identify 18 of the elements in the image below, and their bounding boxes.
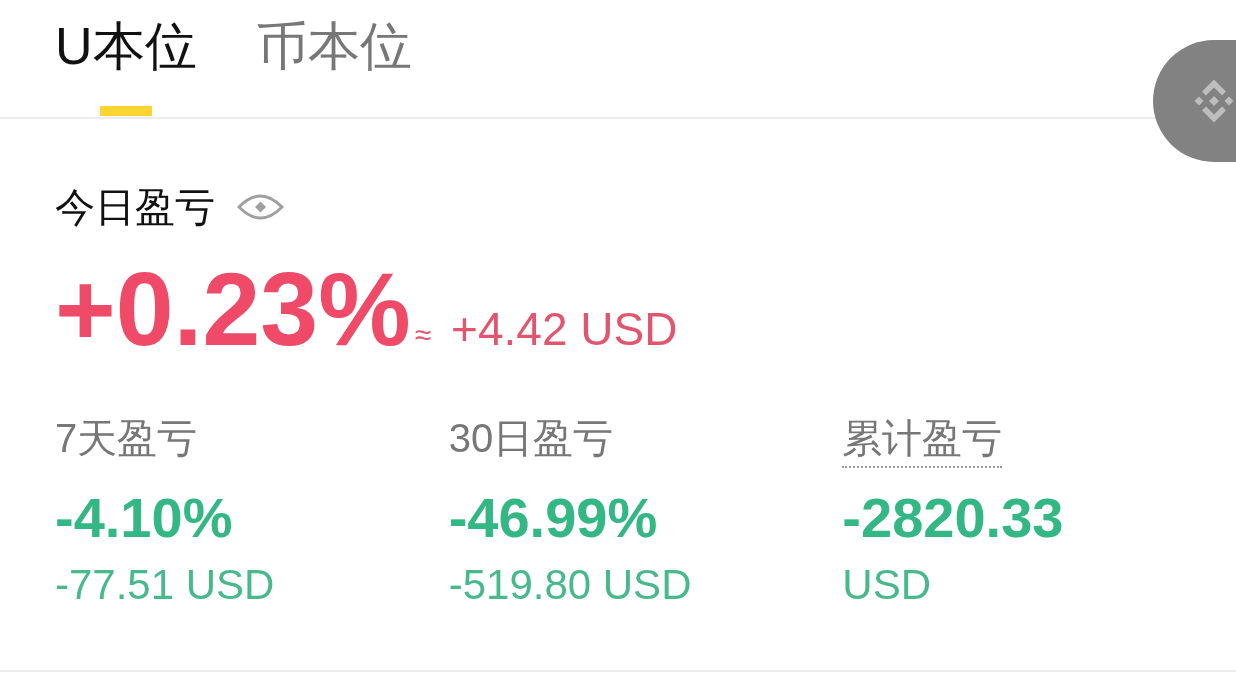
period-pnl-amount: USD <box>842 564 932 606</box>
approx-sign: ≈ <box>414 320 432 350</box>
period-pnl-value: -4.10% <box>55 490 233 546</box>
period-label: 7天盈亏 <box>55 418 198 462</box>
today-pnl-label: 今日盈亏 <box>55 187 215 227</box>
today-pnl-amount: +4.42 USD <box>451 306 678 352</box>
eye-icon[interactable] <box>237 192 284 222</box>
tab[interactable]: 币本位 <box>255 0 412 116</box>
period-pnl-amount: -519.80 USD <box>448 564 692 606</box>
floating-logo-button[interactable] <box>1153 40 1236 162</box>
period-pnl-value: -46.99% <box>448 490 658 546</box>
tab[interactable]: U本位 <box>55 0 197 116</box>
period-label: 30日盈亏 <box>448 418 614 462</box>
period-pnl-value: -2820.33 <box>842 490 1064 546</box>
period-pnl-amount: -77.51 USD <box>55 564 275 606</box>
period-label[interactable]: 累计盈亏 <box>842 418 1003 468</box>
today-pnl-percent: +0.23% <box>55 257 411 361</box>
diamond-logo-icon <box>1192 77 1236 125</box>
